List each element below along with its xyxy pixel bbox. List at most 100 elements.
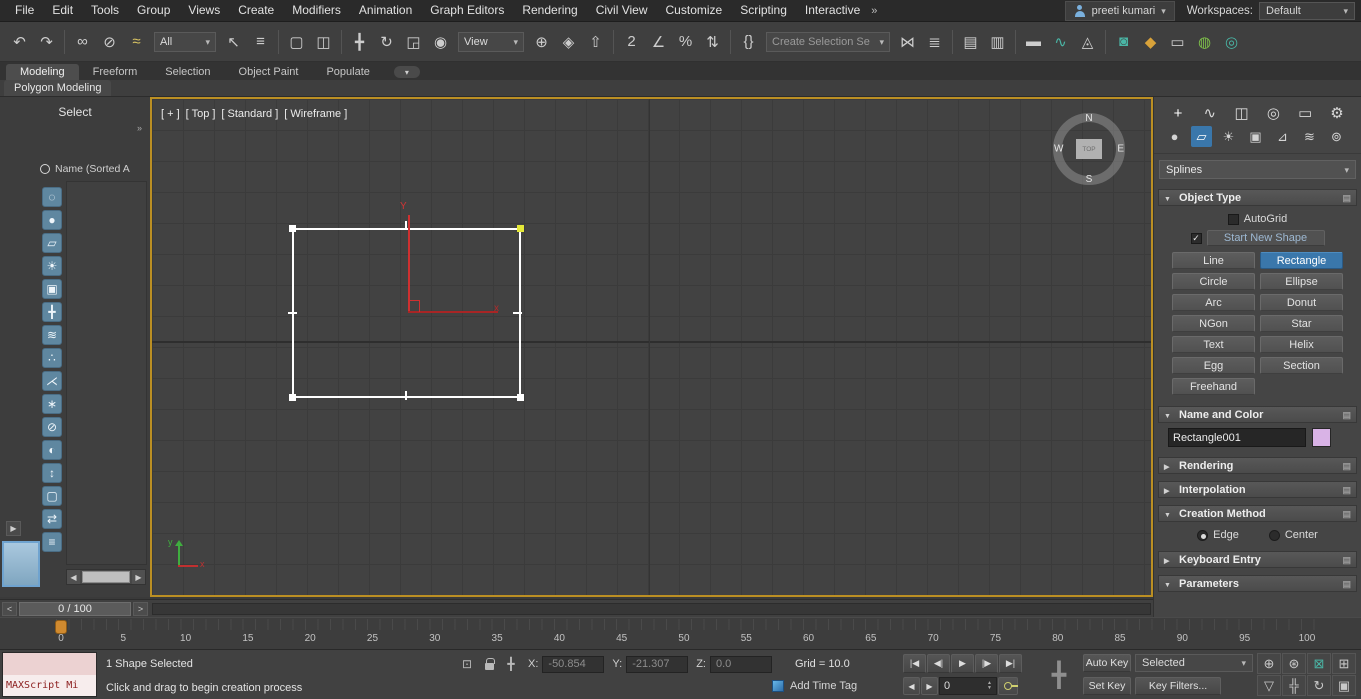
toggle-layer-explorer-icon[interactable]: ▤ [957, 28, 984, 55]
keyboard-override-icon[interactable]: ⇧ [582, 28, 609, 55]
rectangular-selection-region-icon[interactable]: ▢ [283, 28, 310, 55]
compass-north[interactable]: N [1085, 113, 1092, 124]
bind-to-space-warp-icon[interactable]: ≈ [123, 28, 150, 55]
motion-tab[interactable]: ◎ [1263, 104, 1283, 122]
explorer-overflow-icon[interactable]: » [137, 123, 142, 133]
rollout-header-object-type[interactable]: Object Type [1158, 189, 1357, 206]
spline-type-dropdown[interactable]: Splines [1159, 160, 1356, 179]
display-shapes-icon[interactable]: ▱ [42, 233, 62, 253]
zoom-extents-icon[interactable]: ⊠ [1307, 653, 1331, 674]
ribbon-config-icon[interactable] [394, 66, 420, 78]
select-by-name-icon[interactable]: ≡ [247, 28, 274, 55]
add-time-tag[interactable]: Add Time Tag [772, 680, 857, 692]
scroll-left-icon[interactable]: ◀ [67, 570, 80, 584]
menu-item[interactable]: Interactive [796, 0, 869, 21]
separator[interactable] [60, 28, 69, 56]
rollout-header-rendering[interactable]: Rendering [1158, 457, 1357, 474]
rollout-toggle-icon[interactable] [1164, 554, 1174, 566]
zoom-region-icon[interactable]: ⊞ [1332, 653, 1356, 674]
helpers-category-icon[interactable]: ⊿ [1272, 126, 1293, 147]
selection-filter-dropdown[interactable]: All [154, 32, 216, 52]
gizmo-xy-plane-handle[interactable] [408, 300, 420, 312]
freehand-button[interactable]: Freehand [1172, 378, 1255, 395]
scroll-right-icon[interactable]: ▶ [132, 570, 145, 584]
named-selection-sets-icon[interactable]: {} [735, 28, 762, 55]
start-new-shape-button[interactable]: Start New Shape [1207, 230, 1325, 246]
rectangle-shape[interactable] [292, 228, 521, 398]
scrollbar-thumb[interactable] [82, 571, 130, 583]
rollout-toggle-icon[interactable] [1164, 508, 1174, 520]
display-frozen-icon[interactable]: ∗ [42, 394, 62, 414]
timeslider-forward-icon[interactable]: > [133, 602, 148, 616]
viewport-shading-menu[interactable]: [ Wireframe ] [284, 108, 347, 120]
menu-item[interactable]: Customize [657, 0, 732, 21]
vertex-handle[interactable] [289, 225, 296, 232]
display-geometry-icon[interactable]: ● [42, 210, 62, 230]
ellipse-button[interactable]: Ellipse [1260, 273, 1343, 290]
systems-category-icon[interactable]: ⊚ [1326, 126, 1347, 147]
donut-button[interactable]: Donut [1260, 294, 1343, 311]
go-to-end-icon[interactable]: ▶| [999, 654, 1022, 673]
separator[interactable] [274, 28, 283, 56]
y-coordinate-field[interactable]: -21.307 [626, 656, 688, 673]
viewport-standard-menu[interactable]: [ Standard ] [221, 108, 278, 120]
select-and-link-icon[interactable]: ∞ [69, 28, 96, 55]
redo-icon[interactable]: ↷ [33, 28, 60, 55]
window-crossing-toggle-icon[interactable]: ◫ [310, 28, 337, 55]
menu-item[interactable]: Edit [43, 0, 82, 21]
zoom-all-icon[interactable]: ⊛ [1282, 653, 1306, 674]
select-and-manipulate-icon[interactable]: ◈ [555, 28, 582, 55]
menu-item[interactable]: Modifiers [283, 0, 350, 21]
next-key-icon[interactable]: |▶ [975, 654, 998, 673]
rollout-toggle-icon[interactable] [1164, 578, 1174, 590]
display-cameras-icon[interactable]: ▣ [42, 279, 62, 299]
ngon-button[interactable]: NGon [1172, 315, 1255, 332]
modify-tab[interactable]: ∿ [1200, 104, 1220, 122]
center-radio-option[interactable]: Center [1269, 529, 1318, 541]
spinner-icon[interactable] [987, 681, 992, 691]
autogrid-checkbox-row[interactable]: AutoGrid [1164, 211, 1351, 227]
explorer-column-header[interactable]: Name (Sorted A [40, 163, 147, 175]
view-compass[interactable]: TOP N S W E [1053, 113, 1125, 185]
viewport[interactable]: [ + ][ Top ][ Standard ][ Wireframe ] TO… [150, 97, 1153, 597]
compass-west[interactable]: W [1054, 144, 1063, 155]
rollout-header-parameters[interactable]: Parameters [1158, 575, 1357, 592]
macro-recorder-row[interactable] [3, 653, 96, 675]
maxscript-mini-listener[interactable]: MAXScript Mi [2, 652, 97, 697]
tab-selection[interactable]: Selection [151, 64, 224, 80]
viewport-layout-tab[interactable] [2, 541, 40, 587]
mirror-icon[interactable]: ⋈ [894, 28, 921, 55]
previous-frame-icon[interactable]: ◀ [903, 677, 920, 695]
sync-selection-icon[interactable]: ⇄ [42, 509, 62, 529]
rollout-toggle-icon[interactable] [1164, 484, 1174, 496]
current-frame-field[interactable]: 0 [939, 677, 997, 695]
render-setup-icon[interactable]: ◆ [1137, 28, 1164, 55]
geometry-category-icon[interactable]: ● [1164, 126, 1185, 147]
autogrid-checkbox[interactable] [1228, 214, 1239, 225]
tab-populate[interactable]: Populate [312, 64, 383, 80]
user-account-menu[interactable]: preeti kumari [1065, 1, 1175, 21]
zoom-icon[interactable]: ⊕ [1257, 653, 1281, 674]
lock-cell-editing-icon[interactable]: ▢ [42, 486, 62, 506]
rollout-toggle-icon[interactable] [1164, 409, 1174, 421]
menu-item[interactable]: Create [229, 0, 283, 21]
object-color-swatch[interactable] [1312, 428, 1331, 447]
display-particle-systems-icon[interactable]: ∴ [42, 348, 62, 368]
menu-item[interactable]: Animation [350, 0, 421, 21]
current-frame-marker[interactable] [55, 620, 67, 634]
play-icon[interactable]: ▶ [951, 654, 974, 673]
display-helpers-icon[interactable]: ╋ [42, 302, 62, 322]
compass-south[interactable]: S [1086, 174, 1093, 185]
named-selection-set-dropdown[interactable]: Create Selection Se [766, 32, 890, 52]
rollout-header-interpolation[interactable]: Interpolation [1158, 481, 1357, 498]
schematic-view-icon[interactable]: ◬ [1074, 28, 1101, 55]
rollout-header-creation-method[interactable]: Creation Method [1158, 505, 1357, 522]
previous-key-icon[interactable]: ◀| [927, 654, 950, 673]
use-pivot-center-icon[interactable]: ⊕ [528, 28, 555, 55]
render-iterative-icon[interactable]: ◎ [1218, 28, 1245, 55]
menu-item[interactable]: Group [128, 0, 179, 21]
undo-icon[interactable]: ↶ [6, 28, 33, 55]
orbit-icon[interactable]: ↻ [1307, 675, 1331, 696]
separator[interactable] [609, 28, 618, 56]
separator[interactable] [1101, 28, 1110, 56]
